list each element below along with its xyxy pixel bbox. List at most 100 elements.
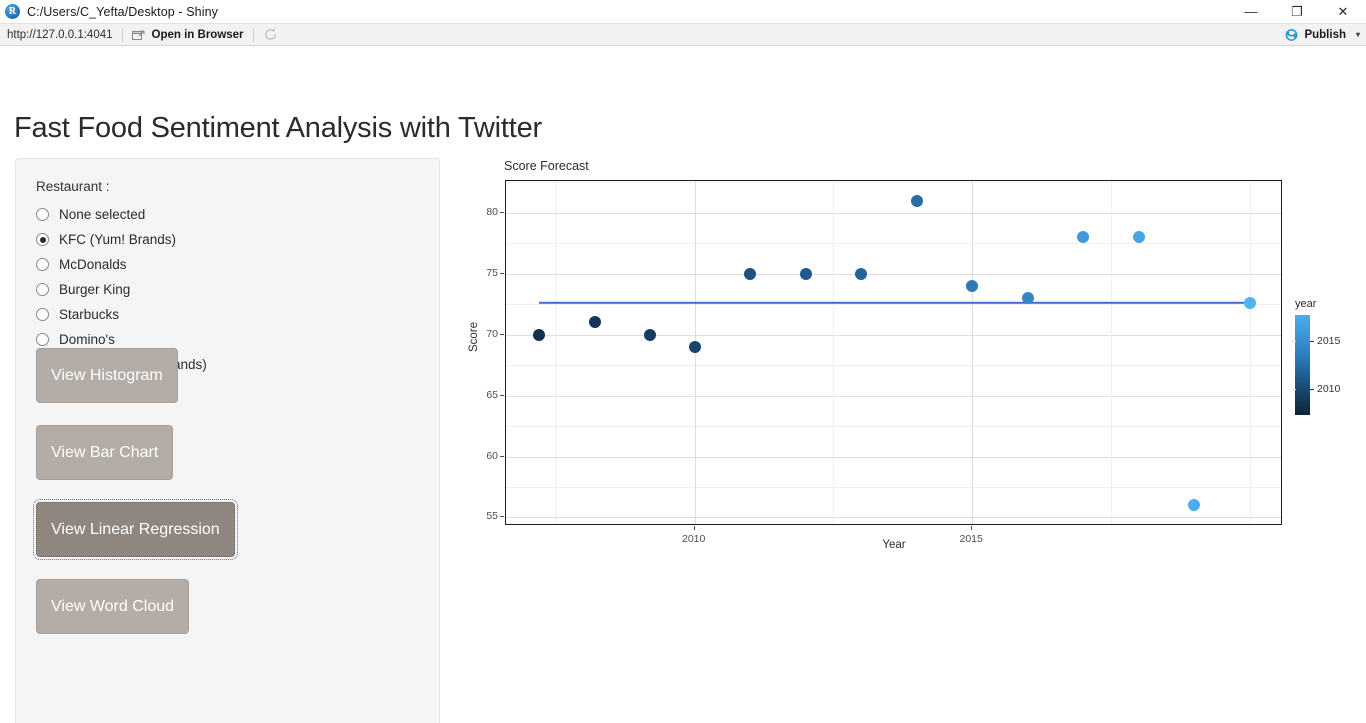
toolbar-divider bbox=[121, 27, 123, 42]
refresh-icon[interactable] bbox=[263, 27, 278, 42]
data-point-3 bbox=[688, 340, 701, 353]
gridline-y bbox=[506, 395, 1281, 397]
data-point-5 bbox=[799, 267, 812, 280]
x-tick-mark bbox=[971, 526, 973, 530]
gridline-x bbox=[833, 181, 835, 524]
app-page: Fast Food Sentiment Analysis with Twitte… bbox=[0, 46, 1366, 723]
radio-label: None selected bbox=[59, 207, 146, 222]
publish-icon bbox=[1284, 28, 1299, 42]
data-point-9 bbox=[1021, 292, 1034, 305]
gridline-y bbox=[506, 243, 1281, 245]
data-point-12 bbox=[1188, 499, 1201, 512]
data-point-4 bbox=[744, 267, 757, 280]
radio-label: Domino's bbox=[59, 332, 115, 347]
gridline-x bbox=[694, 181, 696, 524]
x-axis-label: Year bbox=[882, 539, 906, 551]
maximize-icon[interactable]: ❐ bbox=[1274, 0, 1320, 23]
window-titlebar: R C:/Users/C_Yefta/Desktop - Shiny — ❐ ✕ bbox=[0, 0, 1366, 23]
data-point-6 bbox=[855, 267, 868, 280]
radio-mark[interactable] bbox=[36, 233, 49, 246]
window-title: C:/Users/C_Yefta/Desktop - Shiny bbox=[27, 4, 219, 19]
radio-option-2[interactable]: McDonalds bbox=[36, 252, 416, 277]
y-tick-mark bbox=[500, 394, 504, 396]
legend-tick bbox=[1310, 389, 1314, 390]
restaurant-label: Restaurant : bbox=[36, 179, 110, 194]
data-point-2 bbox=[644, 328, 657, 341]
plot-title: Score Forecast bbox=[504, 159, 589, 173]
y-tick-label: 55 bbox=[486, 510, 498, 523]
y-tick-mark bbox=[500, 211, 504, 213]
close-icon[interactable]: ✕ bbox=[1320, 0, 1366, 23]
gridline-y bbox=[506, 517, 1281, 519]
data-point-10 bbox=[1077, 231, 1090, 244]
gridline-y bbox=[506, 273, 1281, 275]
gridline-x bbox=[1249, 181, 1251, 524]
y-tick-mark bbox=[500, 272, 504, 274]
open-in-browser-label: Open in Browser bbox=[151, 28, 244, 41]
year-colorbar-legend: year 2010 2015 bbox=[1290, 298, 1360, 418]
gridline-y bbox=[506, 486, 1281, 488]
y-tick-mark bbox=[500, 333, 504, 335]
data-point-7 bbox=[910, 194, 923, 207]
url-text: http://127.0.0.1:4041 bbox=[7, 28, 113, 41]
legend-tick-inner bbox=[1292, 389, 1296, 390]
gridline-y bbox=[506, 456, 1281, 458]
gridline-y bbox=[506, 334, 1281, 336]
linear-regression-line bbox=[539, 301, 1250, 305]
radio-option-3[interactable]: Burger King bbox=[36, 277, 416, 302]
sidebar-panel: Restaurant : None selected KFC (Yum! Bran… bbox=[15, 158, 440, 723]
y-tick-mark bbox=[500, 455, 504, 457]
x-tick-label: 2015 bbox=[959, 533, 983, 545]
minimize-icon[interactable]: — bbox=[1228, 0, 1274, 23]
open-in-browser-button[interactable]: Open in Browser bbox=[131, 28, 244, 41]
y-tick-mark bbox=[500, 516, 504, 518]
gridline-x bbox=[1110, 181, 1112, 524]
gridline-y bbox=[506, 426, 1281, 428]
chevron-down-icon[interactable]: ▾ bbox=[1356, 30, 1360, 39]
button-view-bar-chart[interactable]: View Bar Chart bbox=[36, 425, 174, 480]
button-view-linear-regression[interactable]: View Linear Regression bbox=[33, 499, 238, 560]
x-tick-label: 2010 bbox=[682, 533, 706, 545]
gridline-x bbox=[555, 181, 557, 524]
legend-title: year bbox=[1295, 298, 1317, 310]
data-point-13 bbox=[1243, 296, 1256, 309]
toolbar-divider-2 bbox=[252, 27, 254, 42]
radio-mark[interactable] bbox=[36, 283, 49, 296]
gridline-y bbox=[506, 365, 1281, 367]
radio-mark[interactable] bbox=[36, 258, 49, 271]
legend-tick-inner bbox=[1292, 341, 1296, 342]
button-view-word-cloud[interactable]: View Word Cloud bbox=[36, 579, 190, 634]
gridline-y bbox=[506, 304, 1281, 306]
y-tick-label: 65 bbox=[486, 388, 498, 401]
data-point-8 bbox=[966, 279, 979, 292]
radio-label: McDonalds bbox=[59, 257, 127, 272]
y-tick-label: 75 bbox=[486, 266, 498, 279]
radio-label: Burger King bbox=[59, 282, 131, 297]
radio-option-0[interactable]: None selected bbox=[36, 202, 416, 227]
radio-mark[interactable] bbox=[36, 208, 49, 221]
radio-mark[interactable] bbox=[36, 308, 49, 321]
score-forecast-plot: Score Forecast Score Year 55 60 65 70 75 80 20… bbox=[468, 156, 1350, 556]
radio-option-4[interactable]: Starbucks bbox=[36, 302, 416, 327]
gridline-x bbox=[972, 181, 974, 524]
external-window-icon bbox=[131, 29, 146, 41]
radio-option-1[interactable]: KFC (Yum! Brands) bbox=[36, 227, 416, 252]
data-point-1 bbox=[588, 316, 601, 329]
app-toolbar: http://127.0.0.1:4041 Open in Browser Pu… bbox=[0, 23, 1366, 46]
window-controls: — ❐ ✕ bbox=[1228, 0, 1366, 23]
radio-mark[interactable] bbox=[36, 333, 49, 346]
publish-label: Publish bbox=[1304, 28, 1346, 41]
radio-label: KFC (Yum! Brands) bbox=[59, 232, 177, 247]
legend-label: 2015 bbox=[1317, 335, 1341, 347]
data-point-0 bbox=[533, 328, 546, 341]
publish-button[interactable]: Publish ▾ bbox=[1284, 28, 1360, 42]
page-title: Fast Food Sentiment Analysis with Twitte… bbox=[14, 112, 542, 144]
legend-colorbar bbox=[1295, 315, 1310, 415]
gridline-y bbox=[506, 212, 1281, 214]
button-view-histogram[interactable]: View Histogram bbox=[36, 348, 178, 403]
y-tick-label: 80 bbox=[486, 205, 498, 218]
app-icon: R bbox=[5, 4, 20, 19]
plot-panel bbox=[505, 180, 1282, 525]
data-point-11 bbox=[1132, 231, 1145, 244]
radio-label: Starbucks bbox=[59, 307, 120, 322]
